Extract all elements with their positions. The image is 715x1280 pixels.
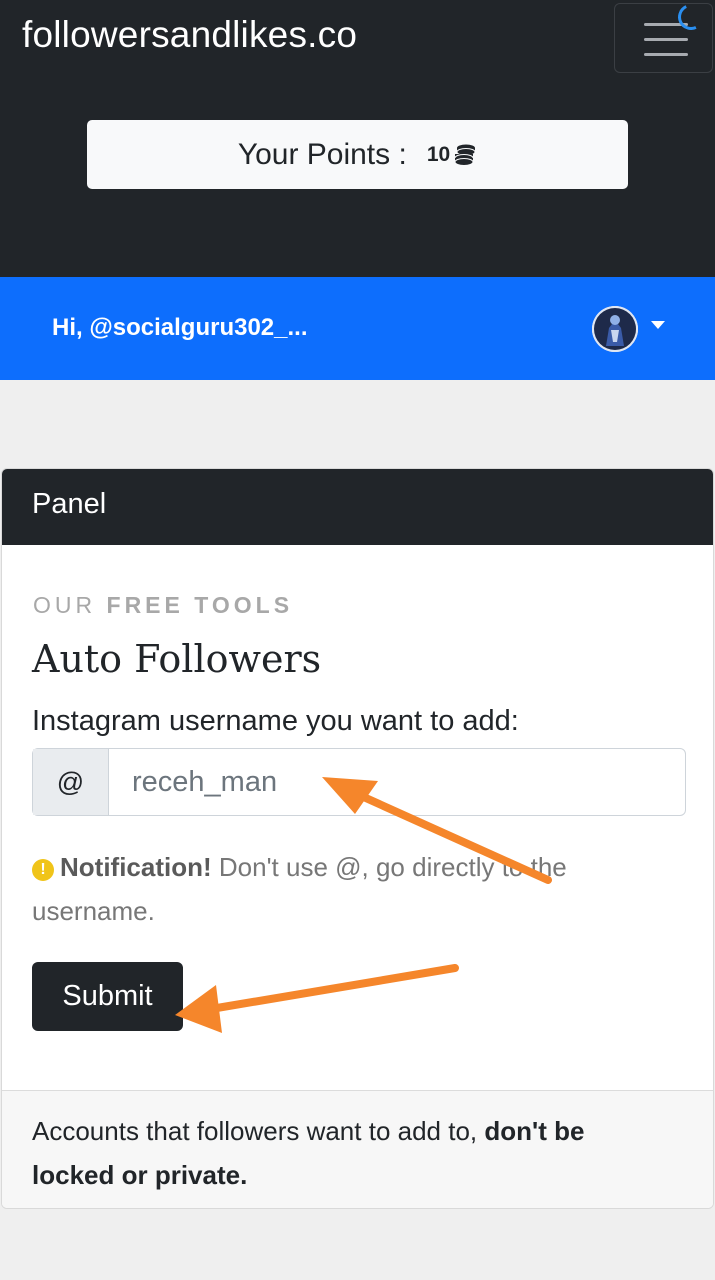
footer-text: Accounts that followers want to add to, (32, 1116, 485, 1146)
points-label: Your Points : (237, 137, 407, 171)
submit-button[interactable]: Submit (32, 962, 183, 1031)
tool-title: Auto Followers (32, 637, 322, 681)
eyebrow-light: OUR (33, 592, 97, 618)
tools-eyebrow: OUR FREE TOOLS (33, 592, 293, 619)
panel-card: Panel OUR FREE TOOLS Auto Followers Inst… (1, 468, 714, 1209)
username-input[interactable] (110, 749, 684, 815)
at-sign-addon: @ (33, 749, 109, 815)
hamburger-menu-icon (644, 53, 688, 56)
panel-header: Panel (2, 469, 713, 545)
exclamation-circle-icon: ! (32, 859, 54, 881)
site-brand[interactable]: followersandlikes.co (22, 14, 357, 56)
points-display: Your Points : 10 (87, 120, 628, 189)
panel-footer: Accounts that followers want to add to, … (2, 1090, 713, 1208)
username-label: Instagram username you want to add: (32, 705, 519, 737)
points-value: 10 (426, 142, 451, 166)
user-greeting: Hi, @socialguru302_... (52, 314, 308, 341)
notification-text: ! Notification! Don't use @, go directly … (32, 845, 652, 933)
top-navbar: followersandlikes.co Your Points : 10 (0, 0, 715, 277)
user-avatar[interactable] (592, 306, 638, 352)
notification-label: Notification! (60, 852, 212, 882)
hamburger-menu-icon (644, 38, 688, 41)
footer-note: Accounts that followers want to add to, … (32, 1109, 672, 1197)
caret-down-icon[interactable] (651, 321, 665, 329)
username-input-group: @ (32, 748, 686, 816)
eyebrow-bold: FREE TOOLS (106, 592, 294, 618)
avatar-image (592, 306, 638, 352)
panel-title: Panel (32, 488, 107, 520)
coins-stack-icon (454, 144, 476, 166)
